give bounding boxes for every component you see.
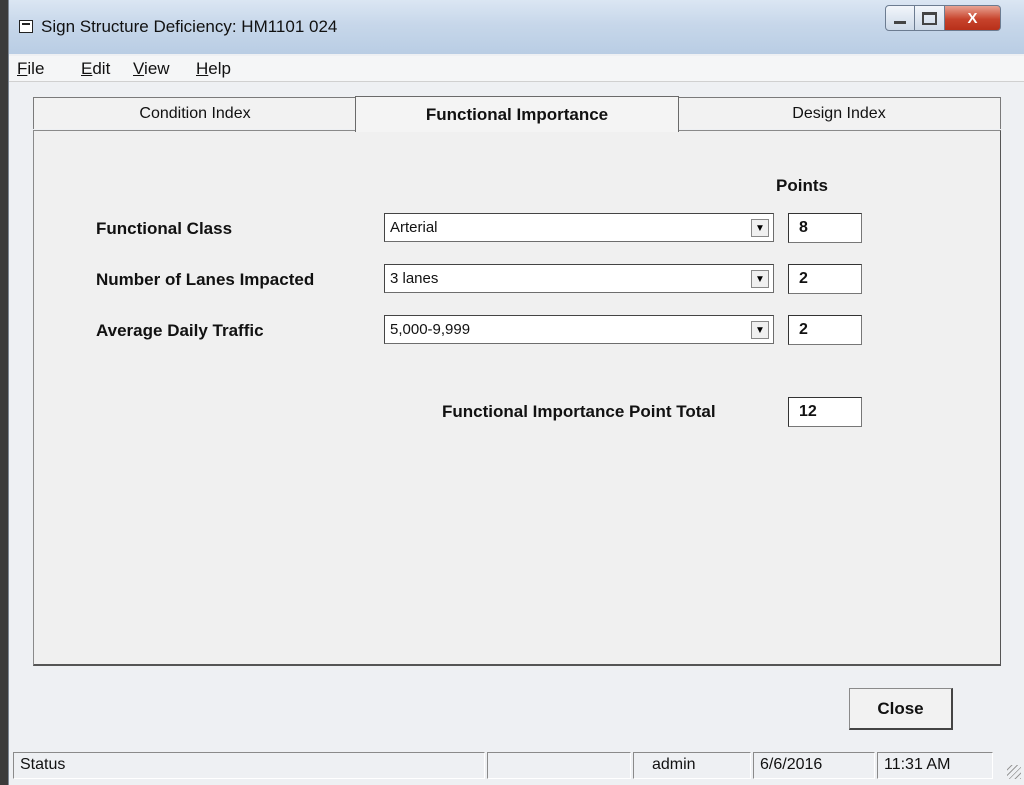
tab-functional-importance[interactable]: Functional Importance [355, 96, 679, 132]
daily-traffic-label: Average Daily Traffic [96, 321, 264, 340]
menu-help[interactable]: Help [196, 59, 231, 79]
functional-class-points[interactable]: 8 [788, 213, 862, 243]
functional-importance-panel: Points Functional Class Arterial ▼ 8 Num… [33, 130, 1001, 666]
chevron-down-icon[interactable]: ▼ [751, 219, 769, 237]
tab-condition-index[interactable]: Condition Index [33, 97, 357, 129]
menu-edit[interactable]: Edit [81, 59, 110, 79]
minimize-icon [894, 20, 906, 24]
window-title: Sign Structure Deficiency: HM1101 024 [41, 17, 338, 36]
status-blank [487, 752, 631, 779]
functional-class-select[interactable]: Arterial ▼ [384, 213, 774, 242]
tab-design-index[interactable]: Design Index [677, 97, 1001, 129]
menu-file[interactable]: File [17, 59, 44, 79]
chevron-down-icon[interactable]: ▼ [751, 270, 769, 288]
functional-class-label: Functional Class [96, 219, 233, 238]
close-window-button[interactable]: X [945, 5, 1001, 31]
lanes-impacted-select[interactable]: 3 lanes ▼ [384, 264, 774, 293]
status-time: 11:31 AM [877, 752, 993, 779]
points-header: Points [776, 176, 828, 195]
maximize-icon [922, 11, 937, 25]
point-total-label: Functional Importance Point Total [442, 402, 716, 421]
functional-class-value: Arterial [390, 219, 438, 236]
lanes-impacted-value: 3 lanes [390, 270, 439, 287]
title-bar[interactable]: Sign Structure Deficiency: HM1101 024 X [9, 0, 1024, 54]
chevron-down-icon[interactable]: ▼ [751, 321, 769, 339]
application-window: Sign Structure Deficiency: HM1101 024 X … [8, 0, 1024, 785]
point-total-field[interactable]: 12 [788, 397, 862, 427]
status-text: Status [13, 752, 485, 779]
daily-traffic-select[interactable]: 5,000-9,999 ▼ [384, 315, 774, 344]
close-icon: X [967, 9, 978, 27]
lanes-impacted-label: Number of Lanes Impacted [96, 270, 315, 289]
lanes-impacted-points[interactable]: 2 [788, 264, 862, 294]
resize-grip-icon[interactable] [1007, 765, 1021, 779]
app-icon[interactable] [19, 20, 33, 33]
menu-bar: File Edit View Help [9, 56, 1024, 82]
maximize-button[interactable] [915, 5, 945, 31]
window-controls: X [885, 5, 1001, 33]
daily-traffic-value: 5,000-9,999 [390, 321, 471, 338]
status-date: 6/6/2016 [753, 752, 875, 779]
close-button[interactable]: Close [849, 688, 953, 730]
daily-traffic-points[interactable]: 2 [788, 315, 862, 345]
status-bar: Status admin 6/6/2016 11:31 AM [9, 750, 1024, 785]
menu-view[interactable]: View [133, 59, 170, 79]
status-user: admin [633, 752, 751, 779]
minimize-button[interactable] [885, 5, 915, 31]
